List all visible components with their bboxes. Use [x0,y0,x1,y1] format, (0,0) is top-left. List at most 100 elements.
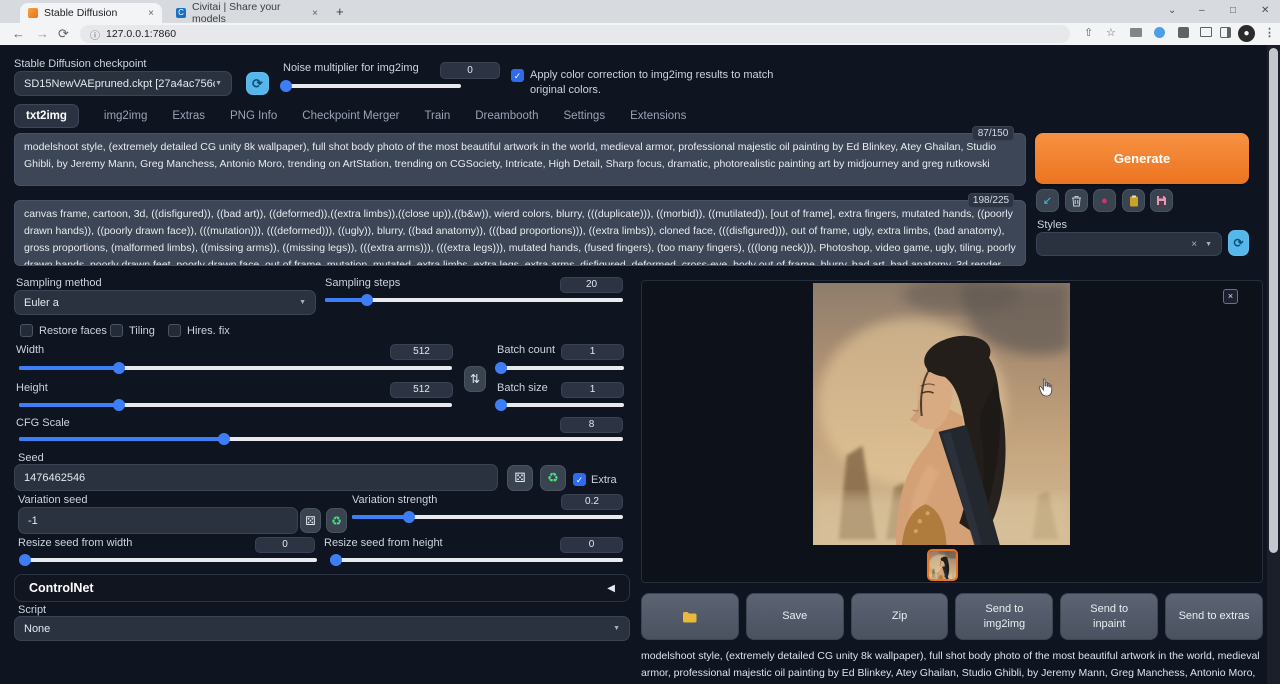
send-to-img2img-label: Send to img2img [974,602,1034,632]
sampling-method-dropdown[interactable]: Euler a ▼ [14,290,316,315]
tab-close-icon[interactable]: × [148,8,154,19]
save-button[interactable]: Save [746,593,844,640]
paste-generation-params-button[interactable]: ↙ [1036,189,1059,212]
generate-button[interactable]: Generate [1035,133,1249,184]
tiling-checkbox[interactable] [110,324,123,337]
gallery-close-button[interactable]: × [1223,289,1238,304]
send-to-extras-button[interactable]: Send to extras [1165,593,1263,640]
puzzle-extensions-icon[interactable] [1178,27,1189,38]
side-panel-icon[interactable] [1220,27,1231,38]
width-value[interactable]: 512 [390,344,453,360]
zip-button[interactable]: Zip [851,593,949,640]
tab-txt2img[interactable]: txt2img [14,104,79,128]
swap-dimensions-button[interactable]: ⇅ [464,366,486,392]
save-icon [1156,195,1167,206]
resize-seed-height-slider[interactable] [330,558,623,562]
resize-seed-width-value[interactable]: 0 [255,537,315,553]
variation-strength-value[interactable]: 0.2 [561,494,623,510]
send-to-inpaint-button[interactable]: Send to inpaint [1060,593,1158,640]
height-slider[interactable] [19,403,452,407]
clear-styles-icon[interactable]: × [1191,239,1197,250]
noise-multiplier-slider[interactable] [281,84,461,88]
seed-label: Seed [18,452,44,464]
tab-dreambooth[interactable]: Dreambooth [475,110,538,122]
reuse-seed-button[interactable]: ♻ [540,465,566,491]
site-info-icon[interactable]: ⓘ [90,27,100,42]
send-to-img2img-button[interactable]: Send to img2img [955,593,1053,640]
tab-checkpoint-merger[interactable]: Checkpoint Merger [302,110,399,122]
styles-refresh-button[interactable]: ⟳ [1228,230,1249,256]
new-tab-button[interactable]: + [336,4,344,19]
reload-icon[interactable]: ⟳ [58,26,69,42]
chevron-down-icon: ▼ [299,299,306,306]
share-icon[interactable]: ⇧ [1084,26,1093,39]
width-slider[interactable] [19,366,452,370]
extension-media-icon[interactable] [1154,27,1165,38]
styles-dropdown[interactable]: × ▼ [1036,232,1222,256]
script-label: Script [18,604,46,616]
window-maximize-icon[interactable]: □ [1230,5,1236,16]
clear-prompt-button[interactable] [1065,189,1088,212]
window-close-icon[interactable]: ✕ [1261,5,1269,16]
negative-prompt-textarea[interactable]: canvas frame, cartoon, 3d, ((disfigured)… [14,200,1026,266]
tab-settings[interactable]: Settings [564,110,606,122]
sampling-steps-slider[interactable] [325,298,623,302]
height-value[interactable]: 512 [390,382,453,398]
tab-png-info[interactable]: PNG Info [230,110,277,122]
tab-close-icon[interactable]: × [312,8,318,19]
sampling-steps-value[interactable]: 20 [560,277,623,293]
script-dropdown[interactable]: None ▼ [14,616,630,641]
variation-reuse-seed-button[interactable]: ♻ [326,508,347,533]
variation-seed-input[interactable] [18,507,298,534]
random-seed-button[interactable]: ⚄ [507,465,533,491]
sampling-steps-label: Sampling steps [325,277,400,289]
noise-multiplier-value[interactable]: 0 [440,62,500,79]
profile-avatar[interactable]: ● [1238,25,1255,42]
tab-extras[interactable]: Extras [172,110,205,122]
checkpoint-dropdown[interactable]: SD15NewVAEpruned.ckpt [27a4ac756c] ▼ [14,71,232,96]
apply-style-button[interactable] [1122,189,1145,212]
reading-list-icon[interactable] [1200,27,1212,37]
batch-count-value[interactable]: 1 [561,344,624,360]
seed-input[interactable] [14,464,498,491]
tab-img2img[interactable]: img2img [104,110,147,122]
hires-fix-checkbox[interactable] [168,324,181,337]
gallery-thumbnail[interactable] [927,549,958,581]
checkpoint-value: SD15NewVAEpruned.ckpt [27a4ac756c] [24,78,215,90]
forward-icon[interactable]: → [36,26,49,41]
browser-tab-stable-diffusion[interactable]: Stable Diffusion × [20,3,162,23]
resize-seed-height-value[interactable]: 0 [560,537,623,553]
scrollbar-thumb[interactable] [1269,48,1278,553]
batch-size-slider[interactable] [497,403,624,407]
batch-size-value[interactable]: 1 [561,382,624,398]
cast-icon[interactable] [1130,28,1142,37]
variation-strength-slider[interactable] [352,515,623,519]
extra-networks-button[interactable]: ● [1093,189,1116,212]
variation-random-seed-button[interactable]: ⚄ [300,508,321,533]
back-icon[interactable]: ← [12,26,25,41]
browser-tab-title: Stable Diffusion [44,7,117,19]
tab-train[interactable]: Train [424,110,450,122]
address-bar[interactable]: ⓘ 127.0.0.1:7860 [80,25,1070,43]
variation-seed-label: Variation seed [18,494,88,506]
cfg-scale-slider[interactable] [19,437,623,441]
window-minimize-icon[interactable]: – [1199,5,1205,16]
resize-seed-width-slider[interactable] [19,558,317,562]
color-correction-checkbox[interactable]: ✓ [511,69,524,82]
window-chevron-icon[interactable]: ⌄ [1168,5,1176,16]
generated-image[interactable] [813,283,1070,545]
bookmark-star-icon[interactable]: ☆ [1106,26,1116,39]
restore-faces-checkbox[interactable] [20,324,33,337]
prompt-textarea[interactable]: modelshoot style, (extremely detailed CG… [14,133,1026,186]
controlnet-accordion[interactable]: ControlNet ◀ [14,574,630,602]
chevron-down-icon: ▼ [1205,241,1212,248]
checkpoint-refresh-button[interactable]: ⟳ [246,72,269,95]
batch-count-slider[interactable] [497,366,624,370]
kebab-menu-icon[interactable]: ⋮ [1264,26,1275,39]
cfg-scale-value[interactable]: 8 [560,417,623,433]
browser-tab-civitai[interactable]: C Civitai | Share your models × [168,3,326,23]
open-folder-button[interactable] [641,593,739,640]
extra-seed-checkbox[interactable]: ✓ [573,473,586,486]
save-style-button[interactable] [1150,189,1173,212]
tab-extensions[interactable]: Extensions [630,110,686,122]
